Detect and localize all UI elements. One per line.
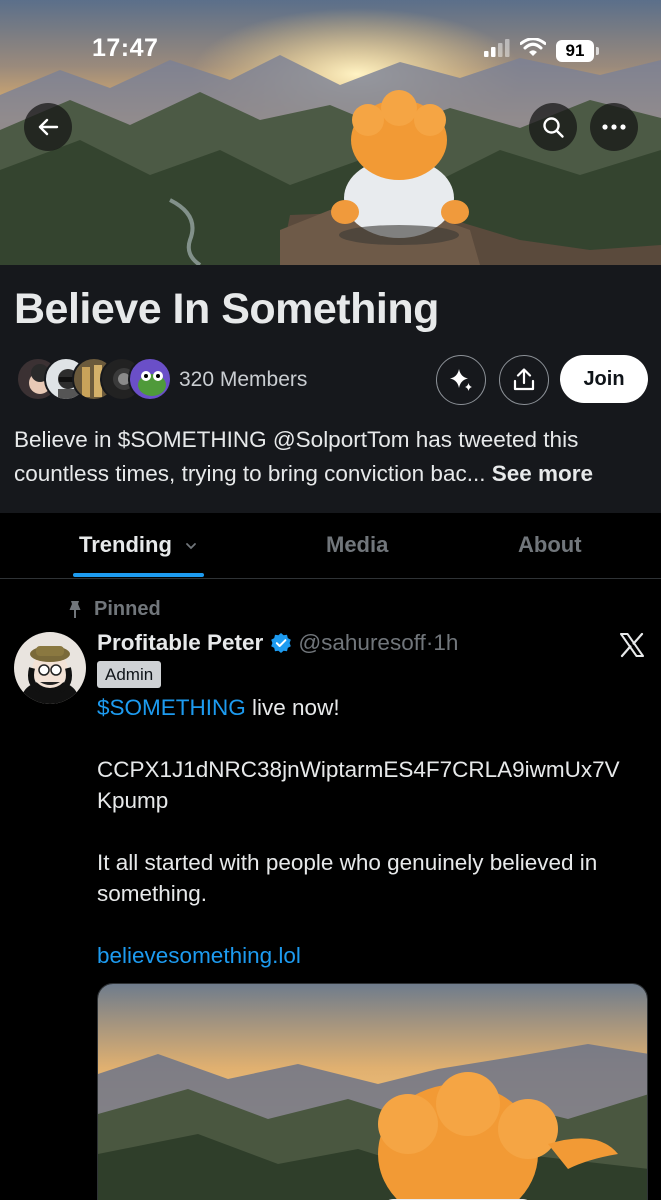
grok-button[interactable]	[436, 355, 486, 405]
status-bar: 17:47 91	[0, 0, 661, 100]
website-link[interactable]: believesomething.lol	[97, 943, 301, 968]
search-button[interactable]	[529, 103, 577, 151]
community-tabs: Trending Media About	[0, 513, 661, 579]
post-age[interactable]: 1h	[433, 630, 458, 656]
share-icon	[513, 368, 535, 391]
tab-media[interactable]: Media	[326, 532, 388, 558]
post-body: $SOMETHING live now! CCPX1J1dNRC38jnWipt…	[97, 692, 647, 971]
pinned-indicator: Pinned	[66, 598, 161, 621]
pin-icon	[69, 600, 81, 618]
separator: ·	[425, 630, 434, 655]
admin-badge: Admin	[97, 661, 162, 688]
share-button[interactable]	[499, 355, 549, 405]
member-avatars[interactable]	[16, 357, 172, 403]
more-icon	[602, 124, 626, 130]
author-handle[interactable]: @sahuresoff	[298, 630, 426, 656]
community-description: Believe in $SOMETHING @SolportTom has tw…	[14, 423, 649, 491]
wifi-icon	[519, 37, 547, 63]
sparkle-icon	[450, 369, 472, 391]
author-name[interactable]: Profitable Peter	[97, 630, 263, 656]
post-body-text: It all started with people who genuinely…	[97, 850, 598, 906]
contract-address-tail: Kpump	[97, 788, 169, 813]
community-title: Believe In Something	[14, 285, 439, 333]
community-header: Believe In Something 320 Members Join Be…	[0, 265, 661, 513]
verified-icon	[270, 632, 292, 654]
status-time: 17:47	[92, 34, 159, 62]
more-options-button[interactable]	[590, 103, 638, 151]
see-more-link[interactable]: See more	[492, 461, 593, 486]
pinned-label: Pinned	[94, 598, 161, 620]
back-arrow-icon	[38, 118, 59, 136]
cashtag-link[interactable]: $SOMETHING	[97, 695, 246, 720]
tab-trending-label: Trending	[79, 532, 172, 557]
status-icons: 91	[484, 37, 599, 63]
battery-level: 91	[556, 39, 594, 62]
search-icon	[543, 117, 564, 138]
join-button[interactable]: Join	[560, 355, 648, 403]
member-avatar	[128, 357, 172, 401]
x-logo-icon[interactable]	[619, 632, 645, 663]
pinned-post[interactable]: Pinned Profitable Peter @sahuresoff · 1h	[0, 580, 661, 1200]
community-banner: 17:47 91	[0, 0, 661, 265]
post-image	[98, 984, 647, 1200]
back-button[interactable]	[24, 103, 72, 151]
tab-trending[interactable]: Trending	[79, 532, 198, 558]
member-count[interactable]: 320 Members	[179, 368, 307, 392]
post-line1: live now!	[245, 695, 340, 720]
contract-address: CCPX1J1dNRC38jnWiptarmES4F7CRLA9iwmUx7V	[97, 757, 620, 782]
active-tab-indicator	[73, 573, 204, 577]
author-row: Profitable Peter @sahuresoff · 1h	[97, 630, 458, 656]
tab-about[interactable]: About	[518, 532, 582, 558]
battery-icon: 91	[556, 39, 599, 62]
chevron-down-icon	[186, 543, 196, 550]
signal-icon	[484, 39, 510, 62]
post-media[interactable]	[97, 983, 648, 1200]
author-avatar[interactable]	[14, 632, 86, 704]
